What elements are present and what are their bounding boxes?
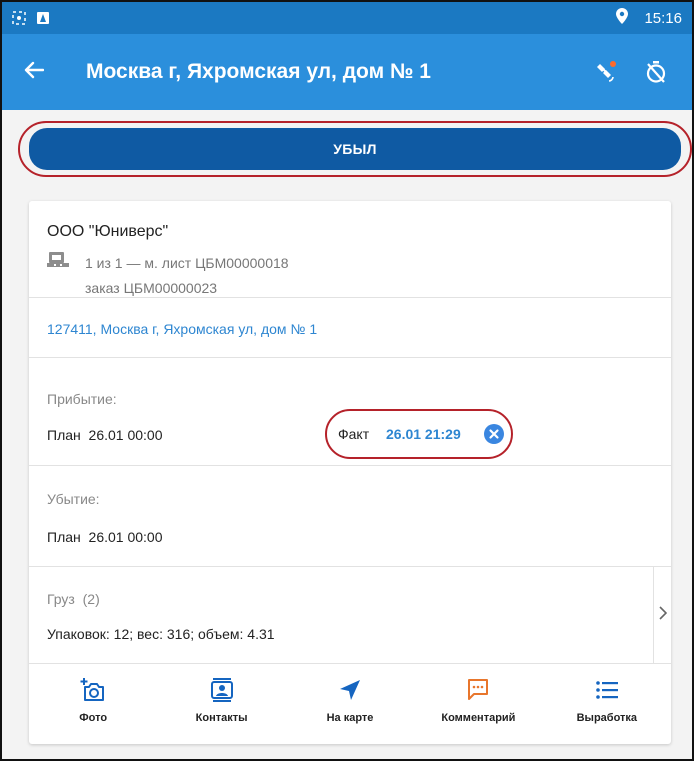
arrival-title: Прибытие: xyxy=(47,391,117,407)
clear-fact-icon[interactable] xyxy=(484,424,504,444)
arrival-plan-time: 26.01 00:00 xyxy=(88,427,163,443)
action-toolbar: Фото Контакты На карте Комментарий Выраб… xyxy=(29,664,671,744)
output-label: Выработка xyxy=(576,712,638,724)
depart-button[interactable]: УБЫЛ xyxy=(29,128,681,170)
cargo-section[interactable] xyxy=(29,567,671,664)
add-photo-icon xyxy=(80,678,106,702)
departure-plan-label: План xyxy=(47,529,81,545)
screenshot-icon xyxy=(12,11,26,25)
clock-time: 15:16 xyxy=(644,9,682,27)
location-icon xyxy=(616,8,629,28)
comment-button[interactable]: Комментарий xyxy=(414,664,542,744)
chevron-right-icon xyxy=(658,606,667,625)
stop-card: ООО "Юниверс" 1 из 1 — м. лист ЦБМ000000… xyxy=(29,201,671,744)
arrival-plan-label: План xyxy=(47,427,81,443)
contacts-icon xyxy=(210,678,233,702)
back-button[interactable] xyxy=(2,34,66,110)
output-button[interactable]: Выработка xyxy=(543,664,671,744)
company-name: ООО "Юниверс" xyxy=(47,223,169,240)
departure-title: Убытие: xyxy=(47,491,100,507)
back-arrow-icon xyxy=(24,61,45,84)
photo-button[interactable]: Фото xyxy=(29,664,157,744)
departure-plan: План 26.01 00:00 xyxy=(47,529,163,545)
route-sheet-info: 1 из 1 — м. лист ЦБМ00000018 xyxy=(85,255,289,271)
departure-section xyxy=(29,466,671,567)
list-icon xyxy=(595,678,619,702)
cargo-title-text: Груз xyxy=(47,591,75,607)
route-sheet-icon xyxy=(47,251,69,269)
map-button[interactable]: На карте xyxy=(286,664,414,744)
cargo-title: Груз (2) xyxy=(47,591,100,607)
comment-label: Комментарий xyxy=(441,712,516,724)
app-bar: Москва г, Яхромская ул, дом № 1 xyxy=(2,34,692,110)
arrival-fact-time[interactable]: 26.01 21:29 xyxy=(386,426,461,442)
order-info: заказ ЦБМ00000023 xyxy=(85,280,218,296)
map-label: На карте xyxy=(326,712,374,724)
arrival-plan: План 26.01 00:00 xyxy=(47,427,163,443)
photo-label: Фото xyxy=(79,712,108,724)
timer-off-icon[interactable] xyxy=(644,60,668,84)
screen: 15:16 Москва г, Яхромская ул, дом № 1 УБ… xyxy=(0,0,694,761)
satellite-signal-icon[interactable] xyxy=(594,60,618,84)
notification-icon xyxy=(36,11,50,25)
company-section: ООО "Юниверс" 1 из 1 — м. лист ЦБМ000000… xyxy=(29,201,671,298)
page-title: Москва г, Яхромская ул, дом № 1 xyxy=(86,60,431,83)
arrival-fact-label: Факт xyxy=(338,426,370,442)
cargo-count: (2) xyxy=(82,591,100,607)
comment-icon xyxy=(467,678,489,702)
navigation-arrow-icon xyxy=(339,678,361,702)
departure-plan-time: 26.01 00:00 xyxy=(88,529,163,545)
cargo-summary: Упаковок: 12; вес: 316; объем: 4.31 xyxy=(47,626,275,642)
status-bar: 15:16 xyxy=(2,2,692,34)
contacts-button[interactable]: Контакты xyxy=(157,664,285,744)
cargo-expand[interactable] xyxy=(653,567,671,664)
contacts-label: Контакты xyxy=(195,712,248,724)
address-link[interactable]: 127411, Москва г, Яхромская ул, дом № 1 xyxy=(47,321,317,337)
